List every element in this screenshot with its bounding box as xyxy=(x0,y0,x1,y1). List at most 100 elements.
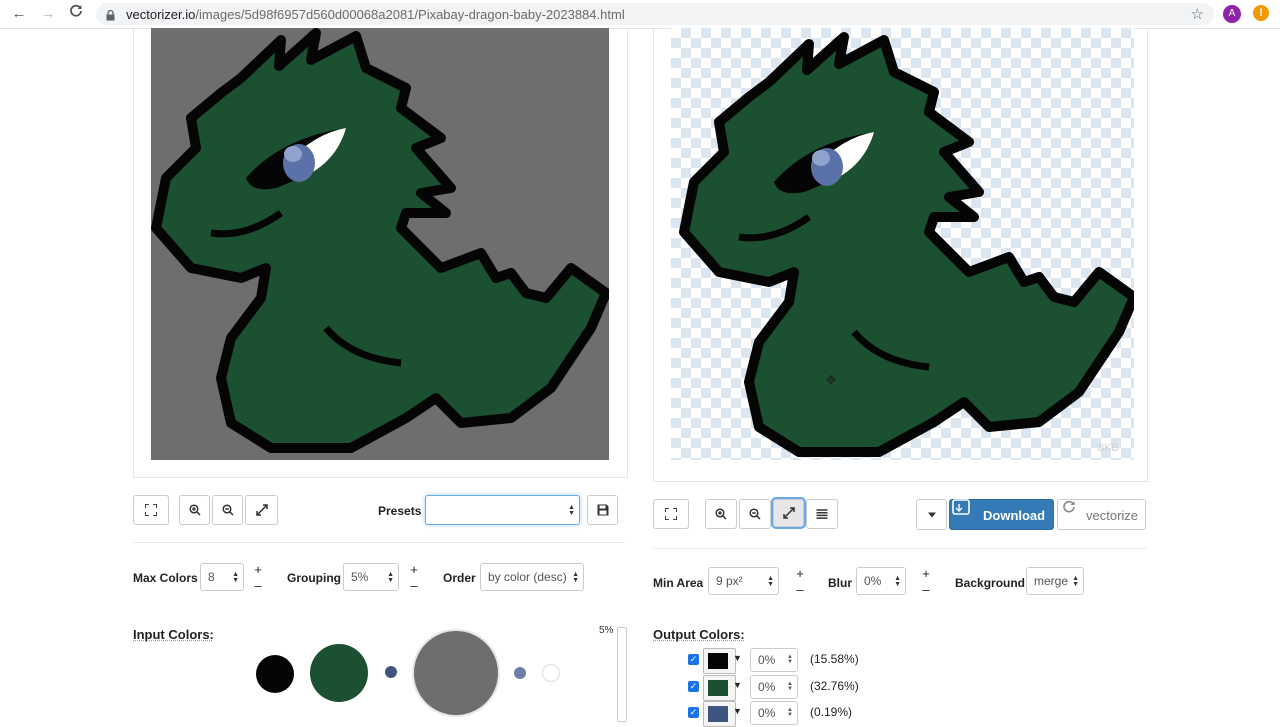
fit-screen-button-right[interactable] xyxy=(653,499,689,529)
color-enabled-checkbox[interactable]: ✓ xyxy=(688,654,699,665)
move-cursor-icon: ✥ xyxy=(826,373,837,387)
lock-icon xyxy=(106,8,115,26)
expand-button[interactable] xyxy=(245,495,278,525)
input-colors-title: Input Colors: xyxy=(133,627,214,642)
divider xyxy=(653,548,1146,549)
zoom-out-icon xyxy=(749,508,761,520)
background-label: Background xyxy=(955,576,1026,590)
min-area-select[interactable]: 9 px² ▲ ▼ xyxy=(708,567,779,595)
bookmark-star-icon[interactable]: ☆ xyxy=(1191,5,1204,23)
color-tolerance-select[interactable]: 0% ▲ ▼ xyxy=(750,675,798,699)
zoom-out-button-right[interactable] xyxy=(739,499,771,529)
background-select[interactable]: merge ▲ ▼ xyxy=(1026,567,1084,595)
max-colors-select[interactable]: 8 ▲ ▼ xyxy=(200,563,244,591)
color-tolerance-value: 0% xyxy=(758,680,776,694)
color-enabled-checkbox[interactable]: ✓ xyxy=(688,681,699,692)
select-arrows-icon: ▲ ▼ xyxy=(387,571,394,584)
color-tolerance-select[interactable]: 0% ▲ ▼ xyxy=(750,648,798,672)
grouping-decrement[interactable]: – xyxy=(409,579,419,592)
max-colors-increment[interactable]: + xyxy=(253,563,263,576)
order-select[interactable]: by color (desc) ▲ ▼ xyxy=(480,563,584,591)
select-arrows-icon: ▲ ▼ xyxy=(568,504,575,517)
reload-icon[interactable] xyxy=(65,4,87,24)
grouping-slider[interactable] xyxy=(617,627,627,722)
input-color-swatch[interactable] xyxy=(514,667,526,679)
color-tolerance-value: 0% xyxy=(758,653,776,667)
zoom-in-button-right[interactable] xyxy=(705,499,737,529)
color-share: (15.58%) xyxy=(810,652,859,666)
address-bar[interactable]: vectorizer.io/images/5d98f6957d560d00068… xyxy=(96,3,1214,25)
download-button[interactable]: Download xyxy=(949,499,1054,530)
background-value: merge xyxy=(1034,574,1069,588)
zoom-in-icon xyxy=(715,508,727,520)
expand-arrows-icon xyxy=(782,507,795,519)
input-color-swatch[interactable] xyxy=(385,666,397,678)
zoom-out-icon xyxy=(221,504,234,516)
url-path: /images/5d98f6957d560d00068a2081/Pixabay… xyxy=(195,7,625,22)
grouping-increment[interactable]: + xyxy=(409,563,419,576)
max-colors-decrement[interactable]: – xyxy=(253,579,263,592)
blur-increment[interactable]: + xyxy=(921,567,931,580)
min-area-decrement[interactable]: – xyxy=(795,583,805,596)
grouping-value: 5% xyxy=(351,570,369,584)
input-color-swatch[interactable] xyxy=(542,664,560,682)
select-arrows-icon: ▲ ▼ xyxy=(232,571,239,584)
output-image[interactable] xyxy=(671,28,1134,460)
order-label: Order xyxy=(443,571,476,585)
forward-arrow-icon[interactable]: → xyxy=(37,4,59,24)
vectorize-button[interactable]: vectorize xyxy=(1057,499,1146,530)
caret-down-icon: ▼ xyxy=(733,653,742,663)
color-enabled-checkbox[interactable]: ✓ xyxy=(688,707,699,718)
select-arrows-icon: ▲ ▼ xyxy=(572,571,579,584)
input-image[interactable] xyxy=(151,28,609,460)
back-arrow-icon[interactable]: ← xyxy=(8,4,30,24)
min-area-increment[interactable]: + xyxy=(795,567,805,580)
input-color-swatch[interactable] xyxy=(414,631,498,715)
color-fill xyxy=(708,680,728,696)
download-options-button[interactable] xyxy=(916,499,947,530)
grouping-label: Grouping xyxy=(287,571,341,585)
output-size-label: 8KB xyxy=(1098,442,1119,454)
divider xyxy=(133,542,625,543)
order-value: by color (desc) xyxy=(488,570,567,584)
presets-select[interactable]: ▲ ▼ xyxy=(425,495,580,525)
color-picker[interactable]: ▼ xyxy=(703,648,742,674)
select-arrows-icon: ▲ ▼ xyxy=(767,575,774,588)
expand-button-right[interactable] xyxy=(773,499,804,527)
color-picker[interactable]: ▼ xyxy=(703,675,742,701)
fit-screen-icon xyxy=(665,508,677,520)
floppy-disk-icon xyxy=(597,504,608,516)
zoom-in-icon xyxy=(188,504,201,516)
url-text: vectorizer.io/images/5d98f6957d560d00068… xyxy=(126,7,625,22)
grouping-select[interactable]: 5% ▲ ▼ xyxy=(343,563,399,591)
save-preset-button[interactable] xyxy=(587,495,618,525)
select-arrows-icon: ▲ ▼ xyxy=(787,681,793,692)
select-arrows-icon: ▲ ▼ xyxy=(1072,575,1079,588)
fit-screen-icon xyxy=(145,504,157,516)
caret-down-icon: ▼ xyxy=(733,706,742,716)
vectorize-label: vectorize xyxy=(1086,508,1139,523)
blur-label: Blur xyxy=(828,576,852,590)
color-tolerance-select[interactable]: 0% ▲ ▼ xyxy=(750,701,798,725)
zoom-out-button[interactable] xyxy=(212,495,243,525)
warning-icon[interactable]: ! xyxy=(1253,5,1269,21)
blur-decrement[interactable]: – xyxy=(921,583,931,596)
profile-avatar[interactable]: A xyxy=(1223,5,1241,23)
fit-screen-button[interactable] xyxy=(133,495,169,525)
blur-value: 0% xyxy=(864,574,882,588)
input-color-swatch[interactable] xyxy=(310,644,368,702)
select-arrows-icon: ▲ ▼ xyxy=(787,707,793,718)
blur-select[interactable]: 0% ▲ ▼ xyxy=(856,567,906,595)
select-arrows-icon: ▲ ▼ xyxy=(894,575,901,588)
color-share: (32.76%) xyxy=(810,679,859,693)
input-color-swatch[interactable] xyxy=(256,655,294,693)
zoom-in-button[interactable] xyxy=(179,495,210,525)
grouping-slider-value: 5% xyxy=(599,625,614,636)
caret-down-icon: ▼ xyxy=(733,680,742,690)
min-area-label: Min Area xyxy=(653,576,704,590)
color-share: (0.19%) xyxy=(810,705,853,719)
color-picker[interactable]: ▼ xyxy=(703,701,742,727)
output-colors-title: Output Colors: xyxy=(653,627,745,642)
select-arrows-icon: ▲ ▼ xyxy=(787,654,793,665)
list-view-button[interactable] xyxy=(806,499,838,529)
